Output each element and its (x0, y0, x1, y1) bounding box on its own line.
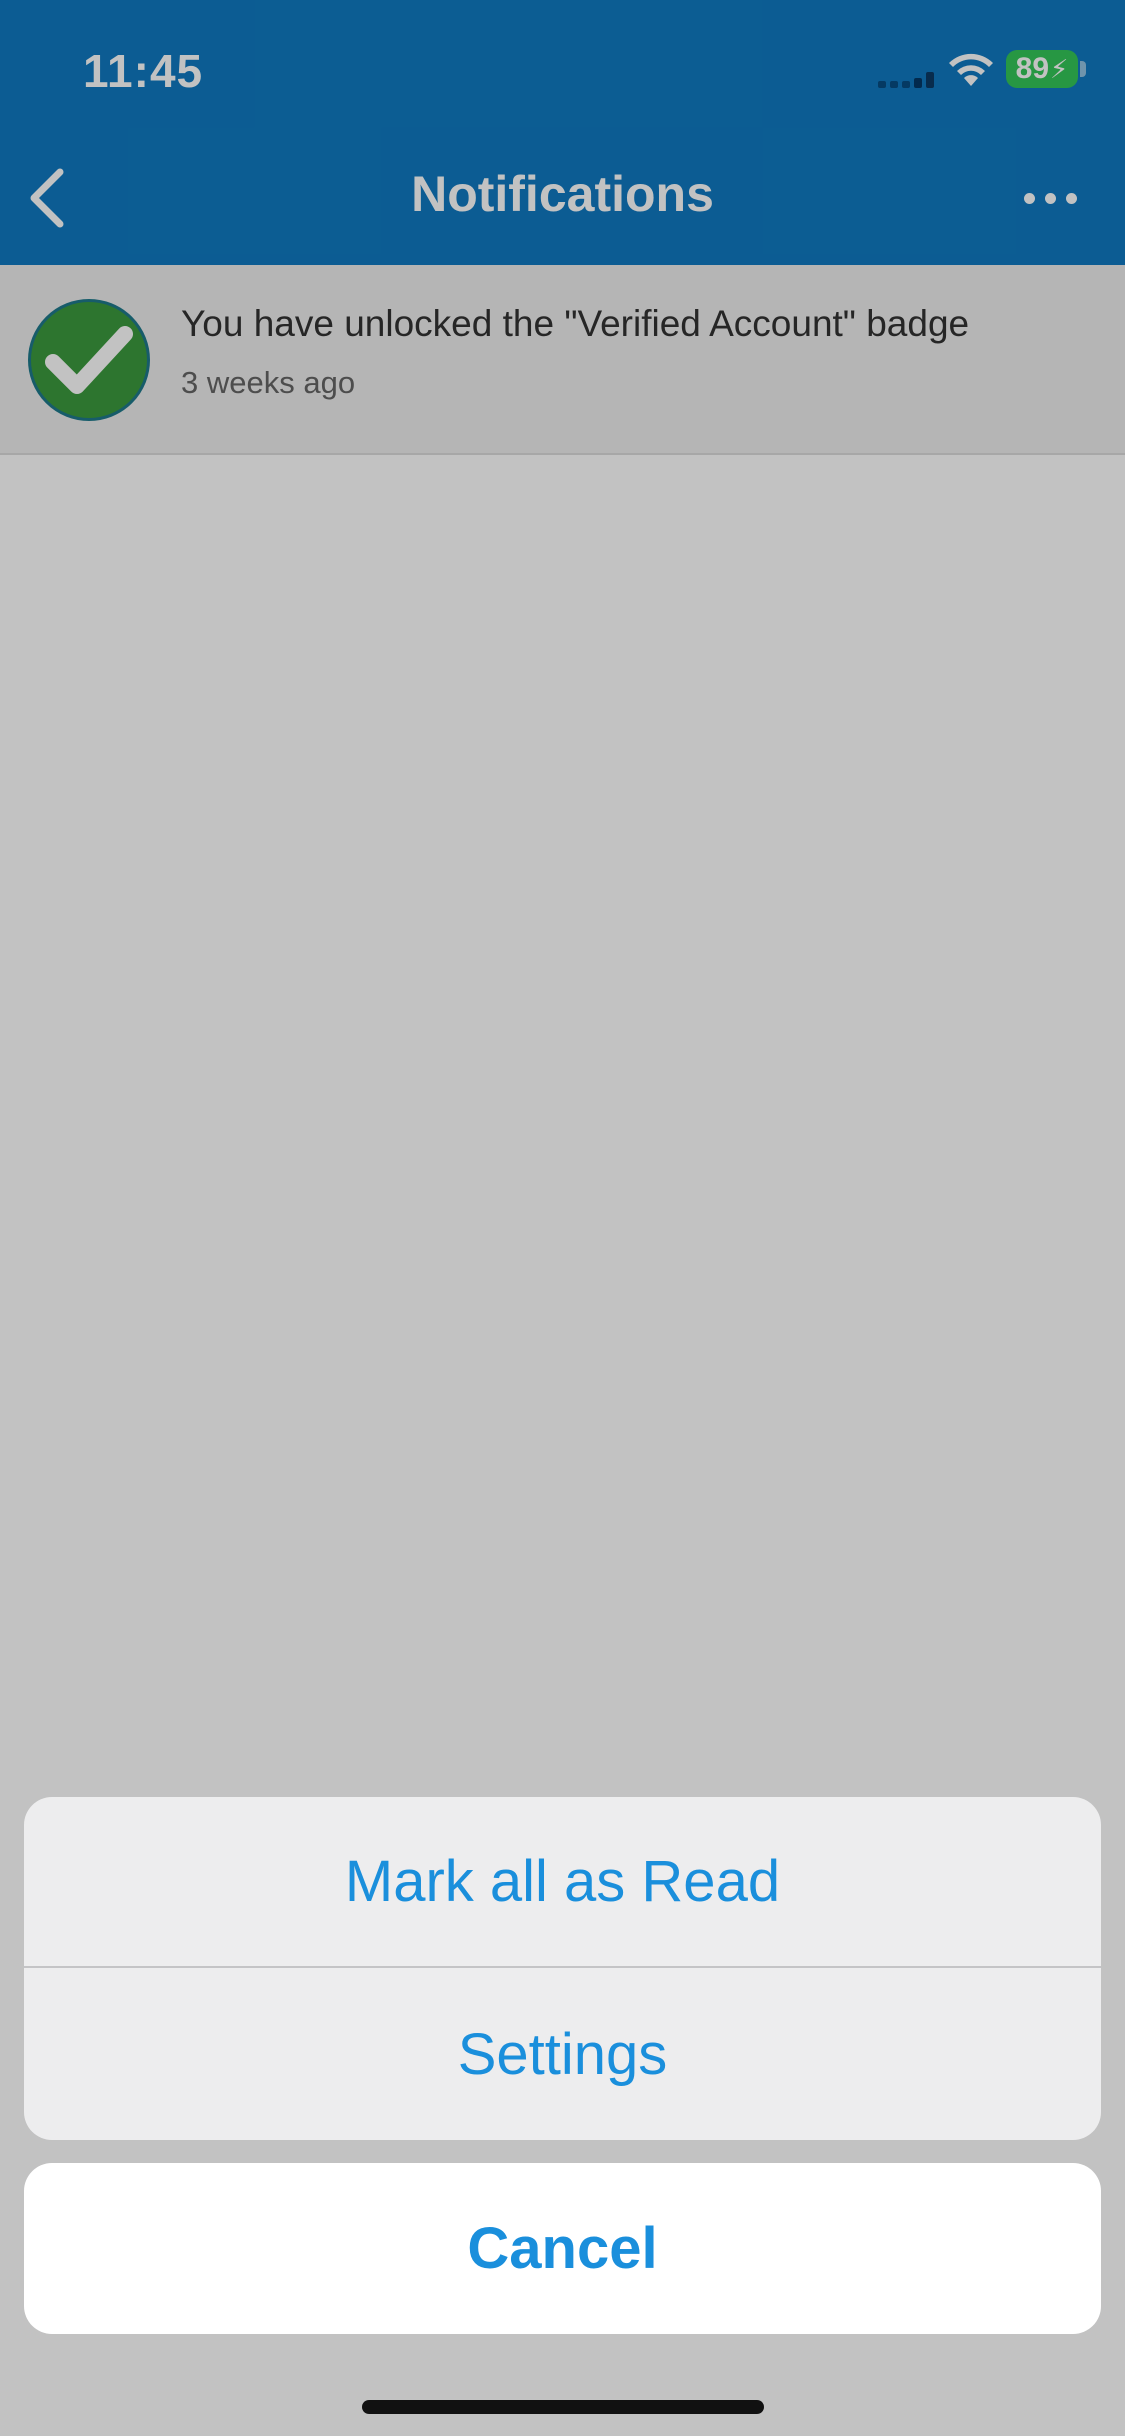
action-sheet: Mark all as Read Settings (24, 1797, 1101, 2140)
mark-all-read-button[interactable]: Mark all as Read (24, 1797, 1101, 1968)
cancel-button[interactable]: Cancel (24, 2163, 1101, 2334)
home-indicator[interactable] (362, 2400, 764, 2414)
settings-button[interactable]: Settings (24, 1969, 1101, 2140)
